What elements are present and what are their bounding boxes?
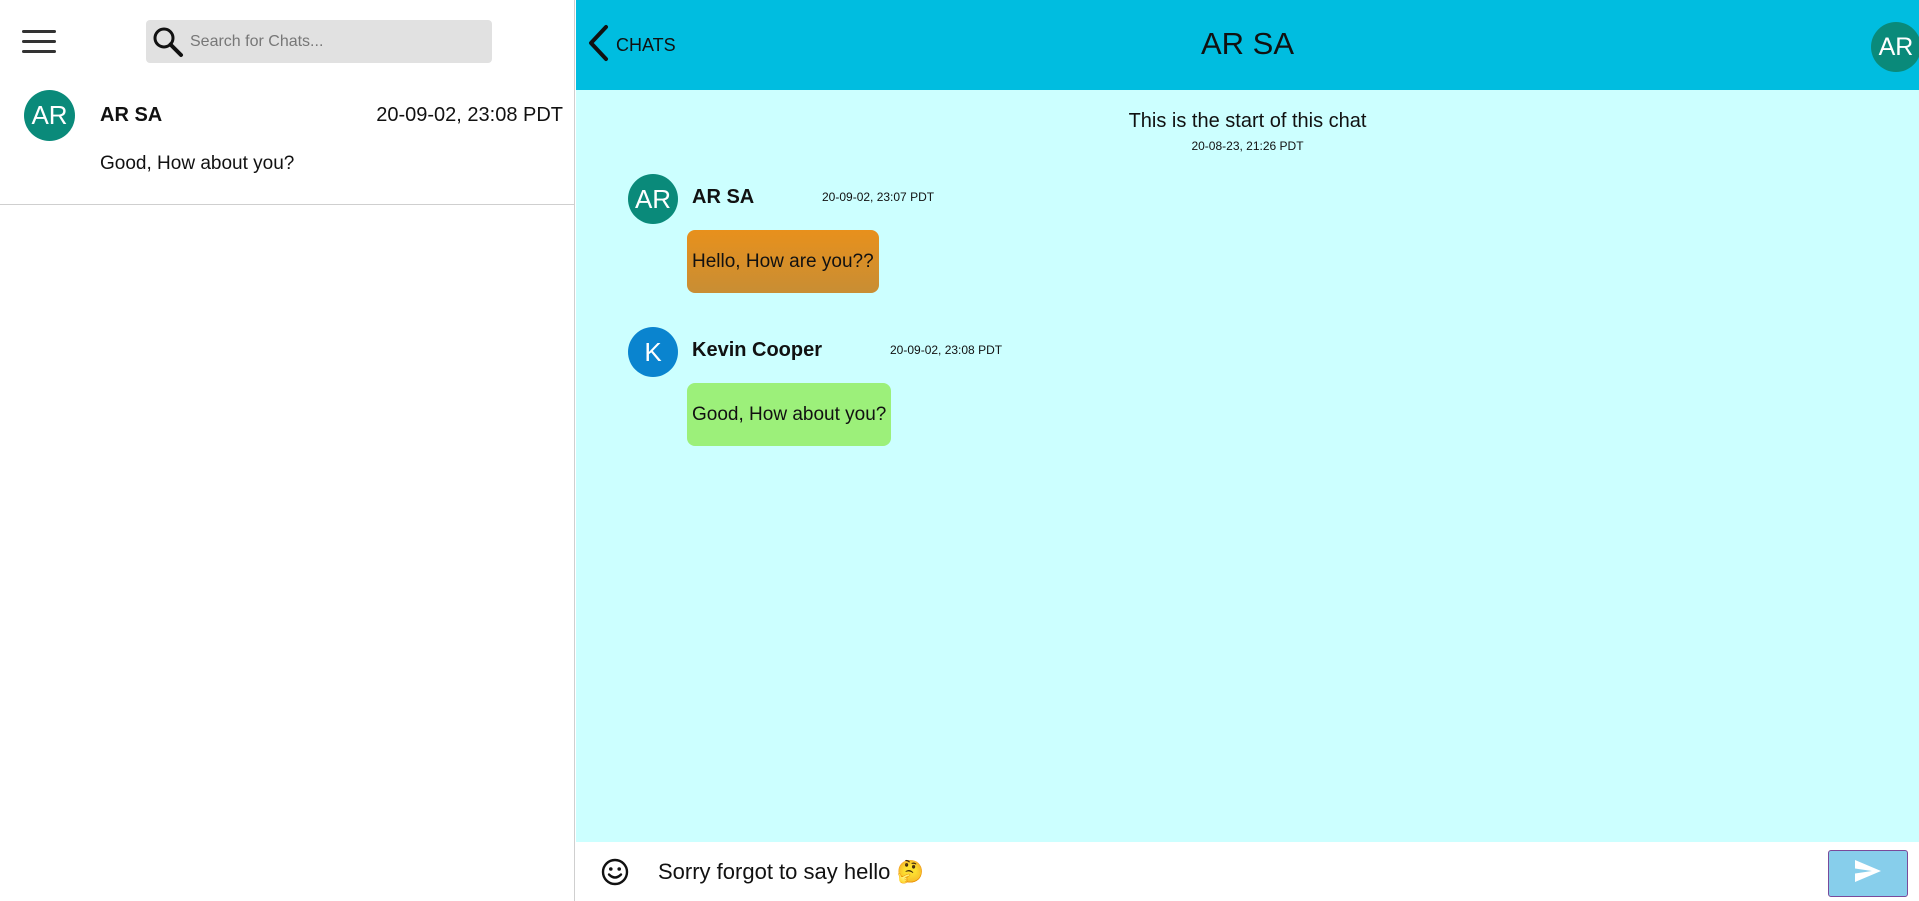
message-timestamp: 20-09-02, 23:08 PDT [890, 343, 1003, 357]
message-sender: AR SA [692, 186, 755, 208]
message-timestamp: 20-09-02, 23:07 PDT [822, 190, 935, 204]
chat-preview: Good, How about you? [100, 153, 295, 174]
chat-list-item[interactable]: AR AR SA 20-09-02, 23:08 PDT Good, How a… [0, 82, 575, 205]
message-composer [576, 842, 1919, 901]
chat-header: CHATS AR SA AR [576, 0, 1919, 90]
chat-title: AR SA [1200, 26, 1295, 61]
chat-timestamp: 20-09-02, 23:08 PDT [376, 104, 563, 126]
avatar: AR [628, 174, 678, 224]
avatar: K [628, 327, 678, 377]
send-icon [1853, 858, 1883, 889]
menu-icon[interactable] [22, 27, 56, 55]
search-input[interactable] [190, 32, 480, 51]
send-button[interactable] [1828, 850, 1908, 897]
chat-start-notice: This is the start of this chat [1128, 110, 1367, 132]
message-bubble: Hello, How are you?? [687, 230, 879, 293]
chat-start-timestamp: 20-08-23, 21:26 PDT [1191, 139, 1304, 153]
chat-sidebar: AR AR SA 20-09-02, 23:08 PDT Good, How a… [0, 0, 575, 901]
message-sender: Kevin Cooper [692, 339, 823, 361]
message-bubble: Good, How about you? [687, 383, 892, 446]
message-input[interactable] [658, 852, 1758, 892]
header-avatar[interactable]: AR [1871, 22, 1919, 72]
emoji-icon[interactable] [600, 857, 630, 887]
search-icon[interactable] [146, 20, 190, 63]
avatar: AR [24, 90, 75, 141]
chat-pane: CHATS AR SA AR This is the start of this… [576, 0, 1919, 901]
search-bar [146, 20, 492, 63]
chat-name: AR SA [100, 104, 163, 126]
